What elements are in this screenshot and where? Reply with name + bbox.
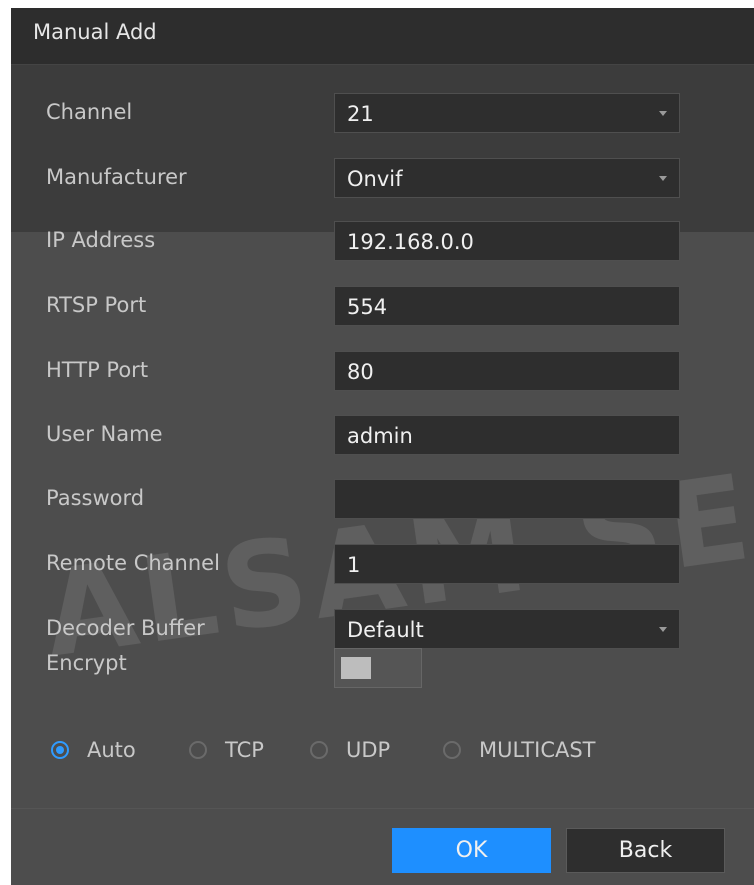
user-name-input[interactable]: admin [334,415,680,455]
remote-channel-input[interactable]: 1 [334,544,680,584]
manual-add-dialog: Manual Add ALSAM SECU Channel 21 Manufac… [11,8,754,885]
rtsp-port-value: 554 [347,295,388,319]
ip-address-value: 192.168.0.0 [347,230,474,254]
channel-dropdown[interactable]: 21 [334,93,680,133]
password-input[interactable] [334,479,680,519]
radio-auto[interactable]: Auto [51,738,136,762]
channel-value: 21 [347,102,374,126]
ok-button[interactable]: OK [392,828,551,873]
radio-icon [189,741,207,759]
channel-label: Channel [46,100,133,124]
radio-multicast-label: MULTICAST [479,738,596,762]
radio-icon [443,741,461,759]
decoder-buffer-label: Decoder Buffer [46,616,205,640]
chevron-down-icon [659,111,667,116]
radio-selected-icon [51,741,69,759]
encrypt-label: Encrypt [46,651,127,675]
rtsp-port-label: RTSP Port [46,293,147,317]
user-name-value: admin [347,424,413,448]
user-name-label: User Name [46,422,163,446]
chevron-down-icon [659,176,667,181]
dialog-title: Manual Add [33,20,157,44]
http-port-value: 80 [347,360,374,384]
back-button[interactable]: Back [566,828,725,873]
ip-address-input[interactable]: 192.168.0.0 [334,221,680,261]
dialog-titlebar: Manual Add [11,8,754,65]
chevron-down-icon [659,627,667,632]
radio-tcp[interactable]: TCP [189,738,264,762]
manufacturer-label: Manufacturer [46,165,187,189]
radio-auto-label: Auto [87,738,136,762]
remote-channel-value: 1 [347,553,361,577]
rtsp-port-input[interactable]: 554 [334,286,680,326]
manufacturer-dropdown[interactable]: Onvif [334,158,680,198]
remote-channel-label: Remote Channel [46,551,220,575]
http-port-input[interactable]: 80 [334,351,680,391]
toggle-knob [341,657,371,679]
decoder-buffer-dropdown[interactable]: Default [334,609,680,649]
password-label: Password [46,486,145,510]
decoder-buffer-value: Default [347,618,424,642]
radio-multicast[interactable]: MULTICAST [443,738,596,762]
dialog-footer: OK Back [11,808,754,885]
radio-icon [310,741,328,759]
http-port-label: HTTP Port [46,358,149,382]
radio-udp-label: UDP [346,738,391,762]
radio-udp[interactable]: UDP [310,738,390,762]
ip-address-label: IP Address [46,228,156,252]
manufacturer-value: Onvif [347,167,403,191]
radio-tcp-label: TCP [225,738,264,762]
encrypt-toggle[interactable] [334,648,422,688]
